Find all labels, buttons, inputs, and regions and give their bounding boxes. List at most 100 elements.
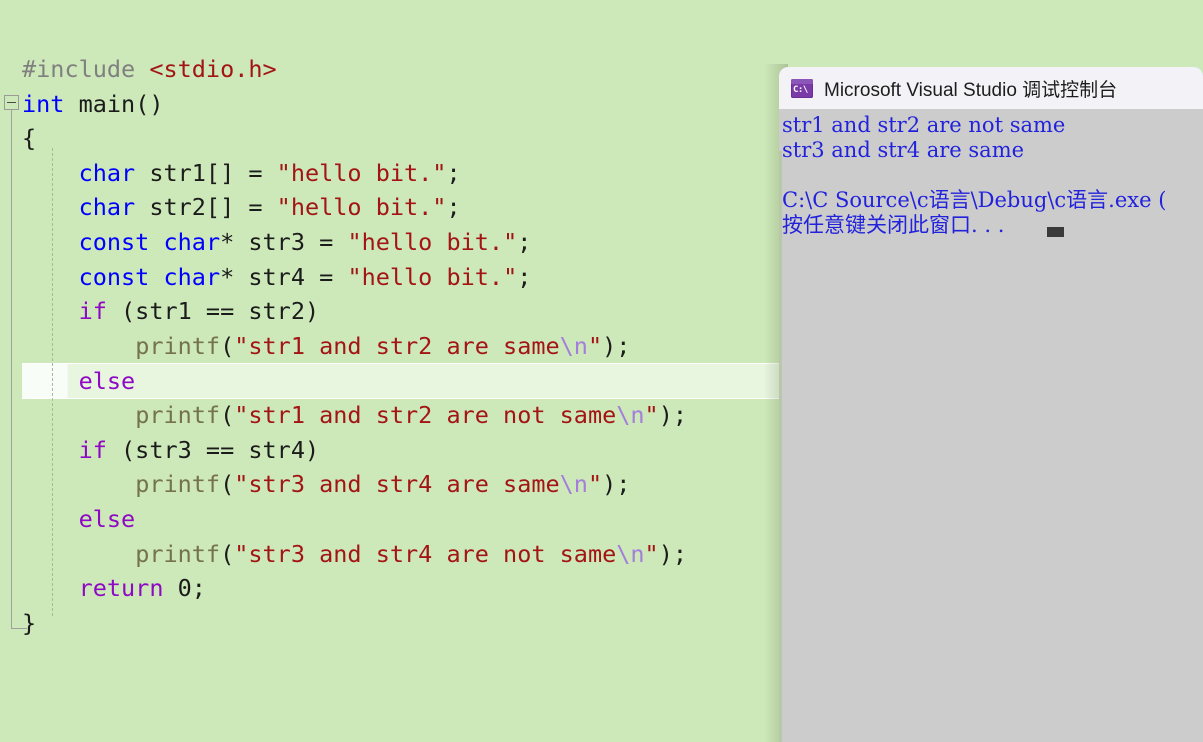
- code-token-plain: str1[] =: [135, 158, 277, 187]
- code-line-text: else: [22, 502, 136, 537]
- code-token-str: ": [644, 539, 659, 568]
- code-line-text: printf("str3 and str4 are not same\n");: [22, 537, 687, 572]
- screen-root: #include <stdio.h> int main(){ char str1[…: [0, 0, 1203, 742]
- code-line-text: char str2[] = "hello bit.";: [22, 190, 461, 225]
- code-token-plain: );: [602, 331, 631, 360]
- code-token-kw: char: [163, 228, 221, 257]
- code-line-text: const char* str3 = "hello bit.";: [22, 225, 532, 260]
- console-output-line: C:\C Source\c语言\Debug\c语言.exe (: [782, 188, 1167, 212]
- code-token-plain: 0;: [163, 574, 206, 603]
- code-token-fn: printf: [135, 539, 221, 568]
- code-token-pre: #include: [22, 55, 136, 83]
- code-line-text: if (str1 == str2): [22, 294, 320, 329]
- code-line-text: #include <stdio.h>: [22, 52, 277, 87]
- console-output-line: str1 and str2 are not same: [782, 113, 1066, 137]
- code-line-text: printf("str1 and str2 are same\n");: [22, 329, 630, 364]
- code-token-plain: (: [220, 401, 235, 430]
- code-token-fn: printf: [135, 470, 221, 499]
- code-token-esc: \n: [559, 331, 588, 360]
- code-token-plain: (: [220, 539, 235, 568]
- code-token-plain: );: [602, 470, 631, 499]
- code-token-plain: );: [658, 401, 687, 430]
- code-token-ctl: if: [78, 297, 107, 326]
- code-token-kw: const: [78, 262, 150, 291]
- code-token-plain: ;: [517, 228, 532, 257]
- code-token-plain: ;: [517, 262, 532, 291]
- code-line-text: char str1[] = "hello bit.";: [22, 156, 461, 191]
- code-token-esc: \n: [559, 470, 588, 499]
- code-token-plain: (: [220, 470, 235, 499]
- code-line-text: const char* str4 = "hello bit.";: [22, 260, 532, 295]
- code-token-str: "hello bit.": [347, 262, 518, 291]
- code-token-plain: (str1 == str2): [106, 297, 320, 326]
- code-token-esc: \n: [616, 539, 645, 568]
- code-token-kw: char: [163, 262, 221, 291]
- console-left-edge: [779, 151, 782, 742]
- code-token-str: "hello bit.": [347, 228, 518, 257]
- code-token-str: "str1 and str2 are same: [234, 331, 560, 360]
- code-token-ctl: else: [78, 505, 136, 534]
- debug-console-window[interactable]: C:\ Microsoft Visual Studio 调试控制台 str1 a…: [779, 67, 1203, 742]
- code-token-plain: (str3 == str4): [106, 435, 320, 464]
- console-cursor: [1047, 227, 1064, 237]
- code-token-esc: \n: [616, 401, 645, 430]
- code-token-plain: );: [658, 539, 687, 568]
- code-token-plain: {: [22, 124, 37, 153]
- code-token-plain: * str4 =: [220, 262, 348, 291]
- code-token-plain: main(): [64, 89, 164, 118]
- code-token-str: ": [644, 401, 659, 430]
- console-window-title: Microsoft Visual Studio 调试控制台: [824, 79, 1118, 101]
- code-line-text: printf("str3 and str4 are same\n");: [22, 467, 630, 502]
- code-line-text: {: [22, 121, 36, 156]
- code-token-str: ": [587, 331, 603, 360]
- code-token-ctl: return: [78, 574, 164, 603]
- console-output-line: str3 and str4 are same: [782, 138, 1025, 162]
- code-token-plain: }: [22, 608, 37, 637]
- code-token-str: "str3 and str4 are same: [234, 470, 560, 499]
- code-token-ctl: else: [78, 366, 136, 395]
- code-token-str: ": [587, 470, 603, 499]
- code-token-ctl: if: [78, 435, 107, 464]
- code-token-kw: int: [22, 89, 65, 118]
- code-token-fn: printf: [135, 331, 221, 360]
- code-token-fn: printf: [135, 401, 221, 430]
- code-token-plain: (: [220, 331, 235, 360]
- code-token-kw: char: [78, 193, 136, 222]
- code-line-text: }: [22, 606, 36, 641]
- code-token-plain: * str3 =: [220, 228, 348, 257]
- code-token-plain: ;: [446, 158, 461, 187]
- code-token-str: "str1 and str2 are not same: [234, 401, 617, 430]
- console-title-bar[interactable]: C:\ Microsoft Visual Studio 调试控制台: [779, 67, 1203, 109]
- code-line-text: else: [22, 364, 136, 399]
- code-token-str: "hello bit.": [276, 158, 447, 187]
- code-line-text: if (str3 == str4): [22, 433, 320, 468]
- code-token-inc: <stdio.h>: [149, 55, 277, 83]
- console-window-icon: C:\: [791, 78, 813, 98]
- code-line-text: return 0;: [22, 571, 206, 606]
- icon-prompt-glyph: C:\: [793, 84, 808, 95]
- code-token-str: "str3 and str4 are not same: [234, 539, 617, 568]
- code-token-kw: const: [78, 228, 150, 257]
- code-line-text: int main(): [22, 87, 164, 122]
- code-token-plain: ;: [446, 193, 461, 222]
- console-output-area[interactable]: str1 and str2 are not same str3 and str4 …: [779, 109, 1203, 742]
- code-token-plain: str2[] =: [135, 193, 277, 222]
- code-line-text: printf("str1 and str2 are not same\n");: [22, 398, 687, 433]
- code-token-kw: char: [78, 158, 136, 187]
